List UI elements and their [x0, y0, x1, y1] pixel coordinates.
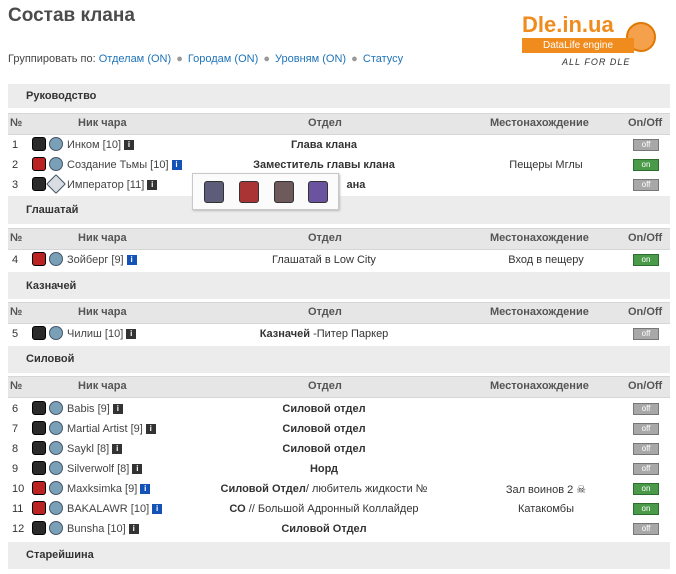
status-badge: off	[633, 139, 659, 151]
group-by-label: Группировать по:	[8, 53, 96, 65]
rank-icon	[32, 177, 46, 191]
status-badge: on	[633, 503, 659, 515]
info-icon[interactable]: i	[147, 180, 158, 191]
info-icon[interactable]: i	[112, 404, 123, 415]
info-icon[interactable]: i	[112, 444, 123, 455]
align-icon	[49, 137, 63, 151]
section-leadership: Руководство	[8, 84, 670, 108]
info-icon[interactable]: i	[140, 484, 151, 495]
info-icon[interactable]: i	[132, 464, 143, 475]
info-icon[interactable]: i	[126, 255, 137, 266]
table-row: 7 Martial Artist [9] i Силовой отдел off	[8, 419, 670, 439]
shield-icon[interactable]	[204, 181, 224, 203]
member-icons-popup	[192, 173, 339, 210]
member-nick[interactable]: Martial Artist [9] i	[67, 423, 156, 435]
rank-icon	[32, 401, 46, 415]
table-row: 1 Инком [10] i Глава клана off	[8, 135, 670, 155]
table-row: 2 Создание Тьмы [10] i Заместитель главы …	[8, 155, 670, 175]
table-row: 11 BAKALAWR [10] i СО // Большой Адронный…	[8, 499, 670, 519]
status-badge: on	[633, 159, 659, 171]
separator-dot: ●	[263, 53, 270, 65]
member-nick[interactable]: Инком [10] i	[67, 139, 135, 151]
member-nick[interactable]: Зойберг [9] i	[67, 254, 137, 266]
rank-icon	[32, 481, 46, 495]
table-row: 5 Чилиш [10] i Казначей -Питер Паркер off	[8, 324, 670, 344]
rank-icon	[32, 421, 46, 435]
rank-icon	[32, 137, 46, 151]
section-elder: Старейшина	[8, 542, 670, 569]
table-row: 3 Император [11] i ана off	[8, 174, 670, 195]
shield-icon[interactable]	[274, 181, 294, 203]
rank-icon	[32, 157, 46, 171]
table-row: 10 Maxksimka [9] i Силовой Отдел/ любител…	[8, 479, 670, 499]
member-nick[interactable]: Чилиш [10] i	[67, 328, 137, 340]
site-logo[interactable]: Dle.in.ua DataLife engine ALL FOR DLE	[518, 12, 664, 72]
section-force: Силовой	[8, 346, 670, 373]
rank-icon	[32, 252, 46, 266]
status-badge: off	[633, 328, 659, 340]
table-row: 12 Bunsha [10] i Силовой Отдел off	[8, 519, 670, 539]
rank-icon	[32, 441, 46, 455]
table-header: № Ник чара Отдел Местонахождение On/Off	[8, 113, 670, 135]
member-nick[interactable]: Babis [9] i	[67, 403, 123, 415]
align-icon	[49, 326, 63, 340]
table-header: № Ник чара Отдел Местонахождение On/Off	[8, 376, 670, 398]
info-icon[interactable]: i	[128, 524, 139, 535]
rank-icon	[32, 326, 46, 340]
member-nick[interactable]: Император [11] i	[67, 179, 158, 191]
rank-icon	[32, 521, 46, 535]
rank-icon	[32, 501, 46, 515]
section-treasurer: Казначей	[8, 272, 670, 299]
group-by-levels-link[interactable]: Уровням (ON)	[275, 53, 346, 65]
status-badge: on	[633, 254, 659, 266]
status-badge: off	[633, 403, 659, 415]
logo-tagline: ALL FOR DLE	[562, 57, 631, 67]
status-badge: off	[633, 463, 659, 475]
table-header: № Ник чара Отдел Местонахождение On/Off	[8, 302, 670, 324]
info-icon[interactable]: i	[124, 140, 135, 151]
status-badge: on	[633, 483, 659, 495]
group-by-cities-link[interactable]: Городам (ON)	[188, 53, 258, 65]
align-icon	[49, 461, 63, 475]
table-row: 6 Babis [9] i Силовой отдел off	[8, 399, 670, 419]
separator-dot: ●	[351, 53, 358, 65]
member-nick[interactable]: Saykl [8] i	[67, 443, 123, 455]
member-nick[interactable]: Bunsha [10] i	[67, 523, 139, 535]
rank-icon	[32, 461, 46, 475]
align-icon	[49, 521, 63, 535]
section-herald: Глашатай	[8, 196, 670, 224]
align-icon	[49, 421, 63, 435]
group-by-departments-link[interactable]: Отделам (ON)	[99, 53, 171, 65]
separator-dot: ●	[176, 53, 183, 65]
table-header: № Ник чара Отдел Местонахождение On/Off	[8, 228, 670, 250]
page-title: Состав клана	[8, 5, 135, 26]
align-icon	[49, 501, 63, 515]
group-by-status-link[interactable]: Статусу	[363, 53, 403, 65]
member-nick[interactable]: Silverwolf [8] i	[67, 463, 143, 475]
align-icon	[49, 481, 63, 495]
table-row: 9 Silverwolf [8] i Норд off	[8, 459, 670, 479]
info-icon[interactable]: i	[126, 329, 137, 340]
align-icon	[49, 252, 63, 266]
table-row: 4 Зойберг [9] i Глашатай в Low City Вход …	[8, 250, 670, 270]
status-badge: off	[633, 423, 659, 435]
status-badge: off	[633, 443, 659, 455]
shield-icon[interactable]	[239, 181, 259, 203]
group-by-bar: Группировать по: Отделам (ON) ● Городам …	[8, 53, 403, 65]
status-badge: off	[633, 179, 659, 191]
table-row: 8 Saykl [8] i Силовой отдел off	[8, 439, 670, 459]
info-icon[interactable]: i	[145, 424, 156, 435]
diamond-icon	[46, 174, 66, 194]
logo-name: Dle.in.ua	[522, 12, 614, 37]
status-badge: off	[633, 523, 659, 535]
logo-bar: DataLife engine	[522, 38, 634, 53]
align-icon	[49, 401, 63, 415]
shield-icon[interactable]	[308, 181, 328, 203]
member-nick[interactable]: Maxksimka [9] i	[67, 483, 151, 495]
member-nick[interactable]: BAKALAWR [10] i	[67, 503, 163, 515]
align-icon	[49, 157, 63, 171]
align-icon	[49, 441, 63, 455]
